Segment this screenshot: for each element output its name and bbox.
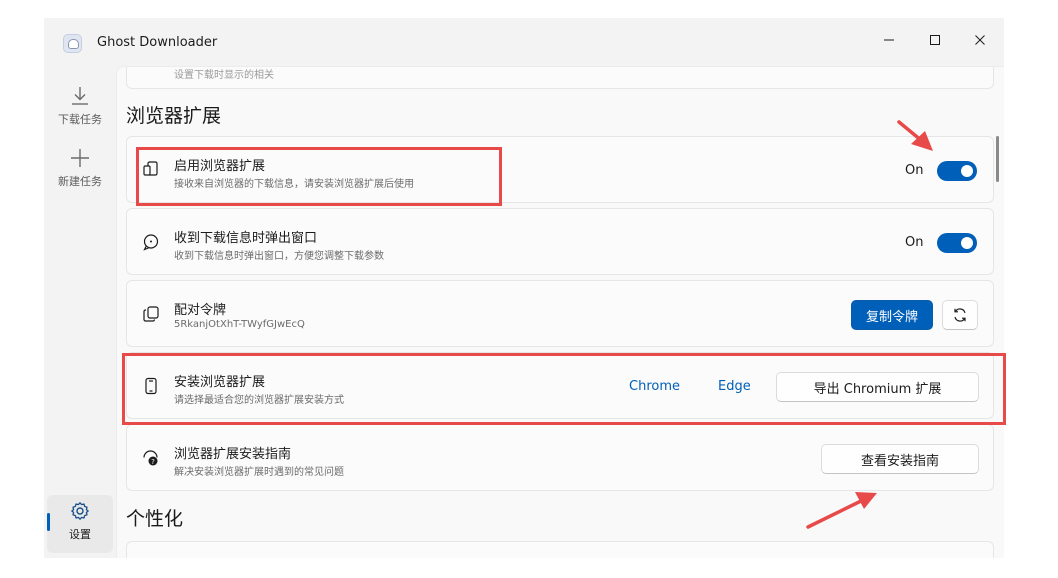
annotation-arrows bbox=[806, 120, 933, 529]
annotation-arrow-toggle bbox=[897, 120, 933, 151]
annotation-arrow-guide bbox=[806, 492, 877, 529]
